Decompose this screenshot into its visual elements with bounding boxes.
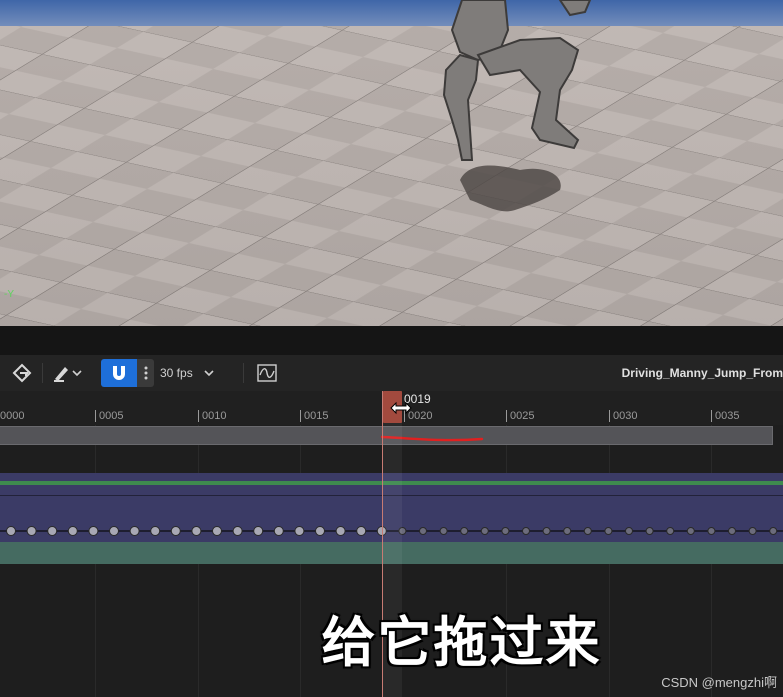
magnet-icon bbox=[113, 366, 125, 380]
ruler-tick-label: 0015 bbox=[304, 410, 329, 422]
ruler-tick-label: 0035 bbox=[715, 410, 740, 422]
keyframe-dot[interactable] bbox=[232, 526, 243, 536]
keyframe-dot[interactable] bbox=[294, 526, 305, 536]
keyframe-dot[interactable] bbox=[439, 527, 448, 535]
key-tool-button[interactable] bbox=[8, 359, 38, 387]
keyframe-dot[interactable] bbox=[88, 526, 99, 536]
frame-rate-label: 30 fps bbox=[160, 366, 193, 380]
brush-icon bbox=[54, 367, 68, 382]
keyframe-dot[interactable] bbox=[522, 527, 530, 535]
keyframe-dot[interactable] bbox=[707, 527, 716, 535]
keyframe-dot[interactable] bbox=[645, 527, 654, 535]
keyframe-dot[interactable] bbox=[460, 527, 469, 535]
curve-graph-icon bbox=[257, 364, 277, 382]
keyframe-dot[interactable] bbox=[604, 527, 613, 535]
ruler-tick-label: 0030 bbox=[613, 410, 638, 422]
snap-options-button[interactable] bbox=[137, 359, 154, 387]
keyframe-dot[interactable] bbox=[47, 526, 58, 536]
keyframe-dot[interactable] bbox=[728, 527, 736, 535]
keyframe-dot[interactable] bbox=[480, 527, 489, 535]
curve-editor-button[interactable] bbox=[254, 359, 280, 387]
keyframe-dot[interactable] bbox=[501, 527, 510, 535]
ruler-tick-label: 0005 bbox=[99, 410, 124, 422]
keyframe-dot[interactable] bbox=[109, 526, 119, 536]
keyframe-dot[interactable] bbox=[26, 526, 37, 536]
vertical-dots-icon bbox=[144, 366, 147, 380]
ruler-tick-label: 0010 bbox=[202, 410, 227, 422]
sequence-title: Driving_Manny_Jump_From bbox=[621, 366, 783, 380]
frame-rate-dropdown[interactable]: 30 fps bbox=[160, 359, 228, 387]
keyframe-dot[interactable] bbox=[625, 527, 633, 535]
viewport-scene: -Y bbox=[0, 0, 783, 326]
keyframe-dot[interactable] bbox=[273, 526, 284, 536]
key-icon bbox=[12, 363, 32, 383]
keyframe-dot[interactable] bbox=[150, 526, 161, 536]
paint-tool-button[interactable] bbox=[46, 359, 88, 387]
keyframe-dot[interactable] bbox=[583, 527, 592, 535]
keyframe-dot[interactable] bbox=[315, 526, 325, 536]
keyframe-dot[interactable] bbox=[335, 526, 346, 536]
keyframe-dot[interactable] bbox=[769, 527, 778, 535]
level-viewport[interactable]: -Y bbox=[0, 0, 783, 326]
chevron-down-icon bbox=[204, 370, 214, 377]
sequencer-toolbar: 30 fps Driving_Manny_Jump_From bbox=[0, 355, 783, 392]
resize-cursor-icon bbox=[390, 401, 412, 415]
ruler-tick-label: 0000 bbox=[0, 410, 25, 422]
svg-text:-Y: -Y bbox=[4, 289, 14, 300]
keyframe-dot[interactable] bbox=[542, 527, 551, 535]
watermark: CSDN @mengzhi啊 bbox=[661, 675, 777, 690]
viewport-divider bbox=[0, 326, 783, 355]
keyframe-dot[interactable] bbox=[356, 526, 367, 536]
ruler-tick-label: 0025 bbox=[510, 410, 535, 422]
keyframe-dot[interactable] bbox=[748, 527, 757, 535]
keyframe-dot[interactable] bbox=[212, 526, 222, 536]
keyframe-dot[interactable] bbox=[67, 526, 78, 536]
keyframe-dot[interactable] bbox=[129, 526, 140, 536]
keyframe-dot[interactable] bbox=[666, 527, 675, 535]
snap-toggle-button[interactable] bbox=[101, 359, 137, 387]
keyframe-dot[interactable] bbox=[170, 526, 181, 536]
chevron-down-icon bbox=[72, 370, 82, 377]
keyframe-dot[interactable] bbox=[686, 527, 695, 535]
keyframe-dot[interactable] bbox=[6, 526, 16, 536]
video-caption: 给它拖过来 bbox=[321, 611, 602, 674]
keyframe-dot[interactable] bbox=[253, 526, 264, 536]
keyframe-dot[interactable] bbox=[419, 527, 427, 535]
keyframe-dot[interactable] bbox=[191, 526, 202, 536]
keyframe-dot[interactable] bbox=[563, 527, 572, 535]
